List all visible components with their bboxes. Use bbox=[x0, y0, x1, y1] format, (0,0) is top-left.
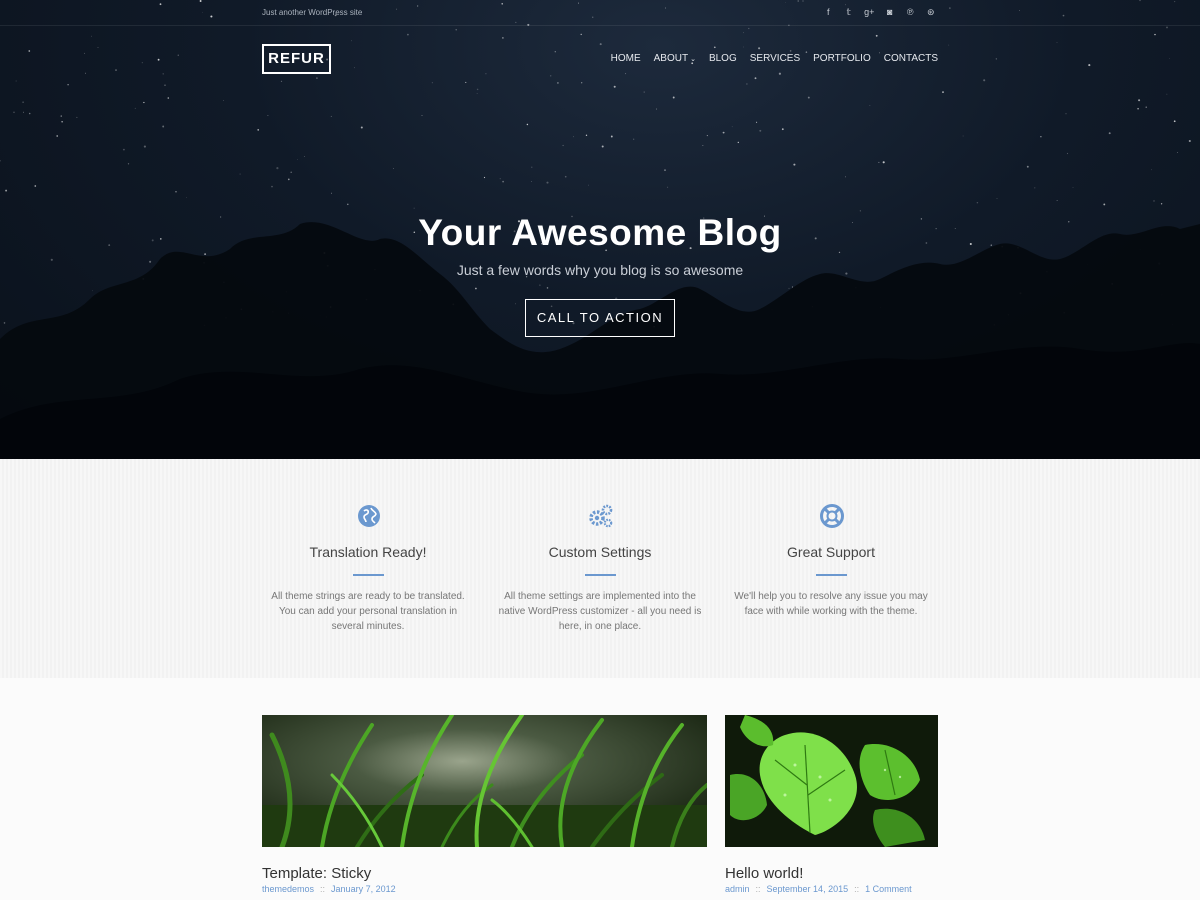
twitter-icon[interactable]: 𝕥 bbox=[839, 6, 860, 20]
social-links: f 𝕥 g+ ◙ ℗ ⊛ bbox=[818, 6, 941, 20]
site-tagline: Just another WordPress site bbox=[262, 8, 363, 17]
feature-title: Custom Settings bbox=[548, 544, 652, 560]
globe-icon bbox=[358, 505, 380, 527]
gears-icon bbox=[589, 504, 613, 528]
feature-divider bbox=[585, 574, 616, 576]
nav-item-portfolio[interactable]: PORTFOLIO bbox=[813, 53, 871, 64]
post-meta: themedemos:: January 7, 2012 bbox=[262, 884, 396, 894]
grass-image bbox=[262, 715, 707, 847]
post-comments-link[interactable]: 1 Comment bbox=[865, 884, 912, 894]
main-nav: HOME ABOUT ⌄ BLOG SERVICES PORTFOLIO CONT… bbox=[611, 53, 938, 64]
feature-text: All theme settings are implemented into … bbox=[498, 591, 702, 632]
meta-separator: :: bbox=[755, 884, 761, 894]
site-logo[interactable]: REFUR bbox=[262, 44, 331, 74]
nav-item-contacts[interactable]: CONTACTS bbox=[884, 53, 938, 64]
nav-item-services[interactable]: SERVICES bbox=[750, 53, 800, 64]
nav-item-about-label: ABOUT bbox=[653, 53, 689, 64]
post-date[interactable]: January 7, 2012 bbox=[331, 884, 396, 894]
call-to-action-button[interactable]: CALL TO ACTION bbox=[525, 299, 675, 337]
post-date[interactable]: September 14, 2015 bbox=[767, 884, 849, 894]
post-meta: admin:: September 14, 2015:: 1 Comment bbox=[725, 884, 912, 894]
post-title[interactable]: Template: Sticky bbox=[262, 865, 371, 882]
post-author[interactable]: admin bbox=[725, 884, 750, 894]
post-author[interactable]: themedemos bbox=[262, 884, 314, 894]
feature-title: Great Support bbox=[787, 544, 875, 560]
leaves-image bbox=[725, 715, 938, 847]
chevron-down-icon: ⌄ bbox=[690, 56, 696, 63]
feature-divider bbox=[353, 574, 384, 576]
features-section: Translation Ready! All theme strings are… bbox=[0, 459, 1200, 678]
feature-divider bbox=[816, 574, 847, 576]
post-title[interactable]: Hello world! bbox=[725, 865, 803, 882]
feature-title: Translation Ready! bbox=[309, 544, 427, 560]
top-bar: Just another WordPress site f 𝕥 g+ ◙ ℗ ⊛ bbox=[0, 0, 1200, 26]
tree-silhouette bbox=[0, 222, 1200, 459]
nav-item-home[interactable]: HOME bbox=[611, 53, 641, 64]
hero-section: Just another WordPress site f 𝕥 g+ ◙ ℗ ⊛… bbox=[0, 0, 1200, 459]
pinterest-icon[interactable]: ℗ bbox=[900, 6, 921, 20]
google-plus-icon[interactable]: g+ bbox=[859, 6, 880, 20]
feature-text: We'll help you to resolve any issue you … bbox=[734, 591, 928, 617]
nav-item-about[interactable]: ABOUT ⌄ bbox=[654, 53, 696, 64]
feature-text: All theme strings are ready to be transl… bbox=[271, 591, 465, 632]
meta-separator: :: bbox=[320, 884, 326, 894]
facebook-icon[interactable]: f bbox=[818, 6, 839, 20]
instagram-icon[interactable]: ◙ bbox=[880, 6, 901, 20]
meta-separator: :: bbox=[854, 884, 860, 894]
nav-item-blog[interactable]: BLOG bbox=[709, 53, 737, 64]
dribbble-icon[interactable]: ⊛ bbox=[921, 6, 942, 20]
post-thumbnail-grass[interactable] bbox=[262, 715, 707, 847]
hero-subtitle: Just a few words why you blog is so awes… bbox=[456, 262, 744, 278]
hero-title: Your Awesome Blog bbox=[418, 212, 782, 253]
post-thumbnail-leaves[interactable] bbox=[725, 715, 938, 847]
lifebuoy-icon bbox=[820, 504, 844, 528]
